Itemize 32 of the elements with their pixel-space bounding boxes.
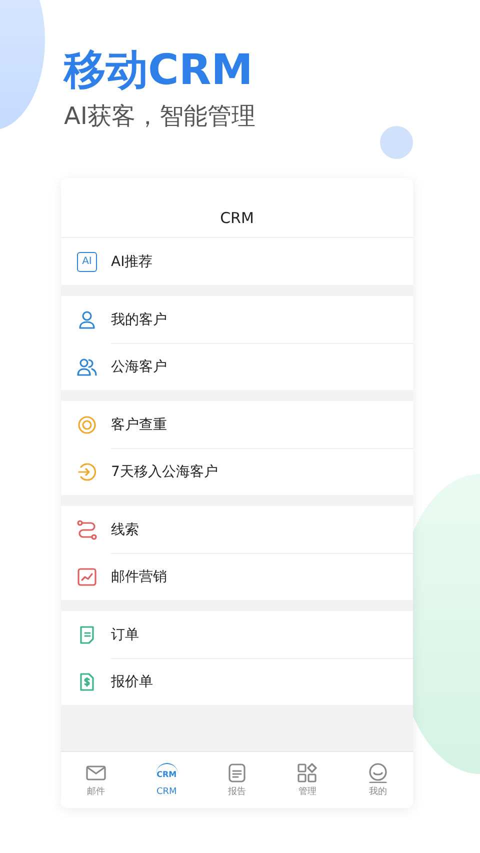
menu-item[interactable]: AI AI推荐 <box>61 238 413 285</box>
menu-label: 公海客户 <box>111 358 167 376</box>
headline-title: 移动CRM <box>64 44 254 96</box>
grid-icon <box>297 762 318 782</box>
nav-tab[interactable]: 我的 <box>342 752 413 808</box>
menu-label: 报价单 <box>111 673 153 691</box>
menu-item[interactable]: 我的客户 <box>61 296 413 343</box>
menu-item[interactable]: 邮件营销 <box>61 553 413 600</box>
screen-title: CRM <box>220 209 254 227</box>
headline-subtitle: AI获客，智能管理 <box>64 101 256 132</box>
menu-item[interactable]: 7天移入公海客户 <box>61 448 413 495</box>
menu-item[interactable]: 报价单 <box>61 658 413 705</box>
nav-tab[interactable]: 邮件 <box>61 752 132 808</box>
menu-label: 7天移入公海客户 <box>111 463 218 481</box>
menu-label: 客户查重 <box>111 416 167 434</box>
menu-label: 线索 <box>111 520 139 538</box>
menu-item[interactable]: 客户查重 <box>61 401 413 448</box>
menu-item[interactable]: 订单 <box>61 611 413 658</box>
menu-label: 我的客户 <box>111 310 167 328</box>
ai-badge-icon: AI <box>77 252 97 272</box>
nav-tab[interactable]: 管理 <box>272 752 343 808</box>
menu-item[interactable]: 线索 <box>61 506 413 553</box>
menu-label: 邮件营销 <box>111 568 167 586</box>
background-circle <box>380 126 413 159</box>
face-icon <box>368 762 388 782</box>
menu-label: 订单 <box>111 626 139 644</box>
report-icon <box>227 762 248 782</box>
nav-tab[interactable]: 报告 <box>202 752 272 808</box>
mail-icon <box>86 762 106 782</box>
nav-tab[interactable]: CRM CRM <box>131 752 202 808</box>
menu-item[interactable]: 公海客户 <box>61 343 413 390</box>
menu-label: AI推荐 <box>111 252 153 270</box>
